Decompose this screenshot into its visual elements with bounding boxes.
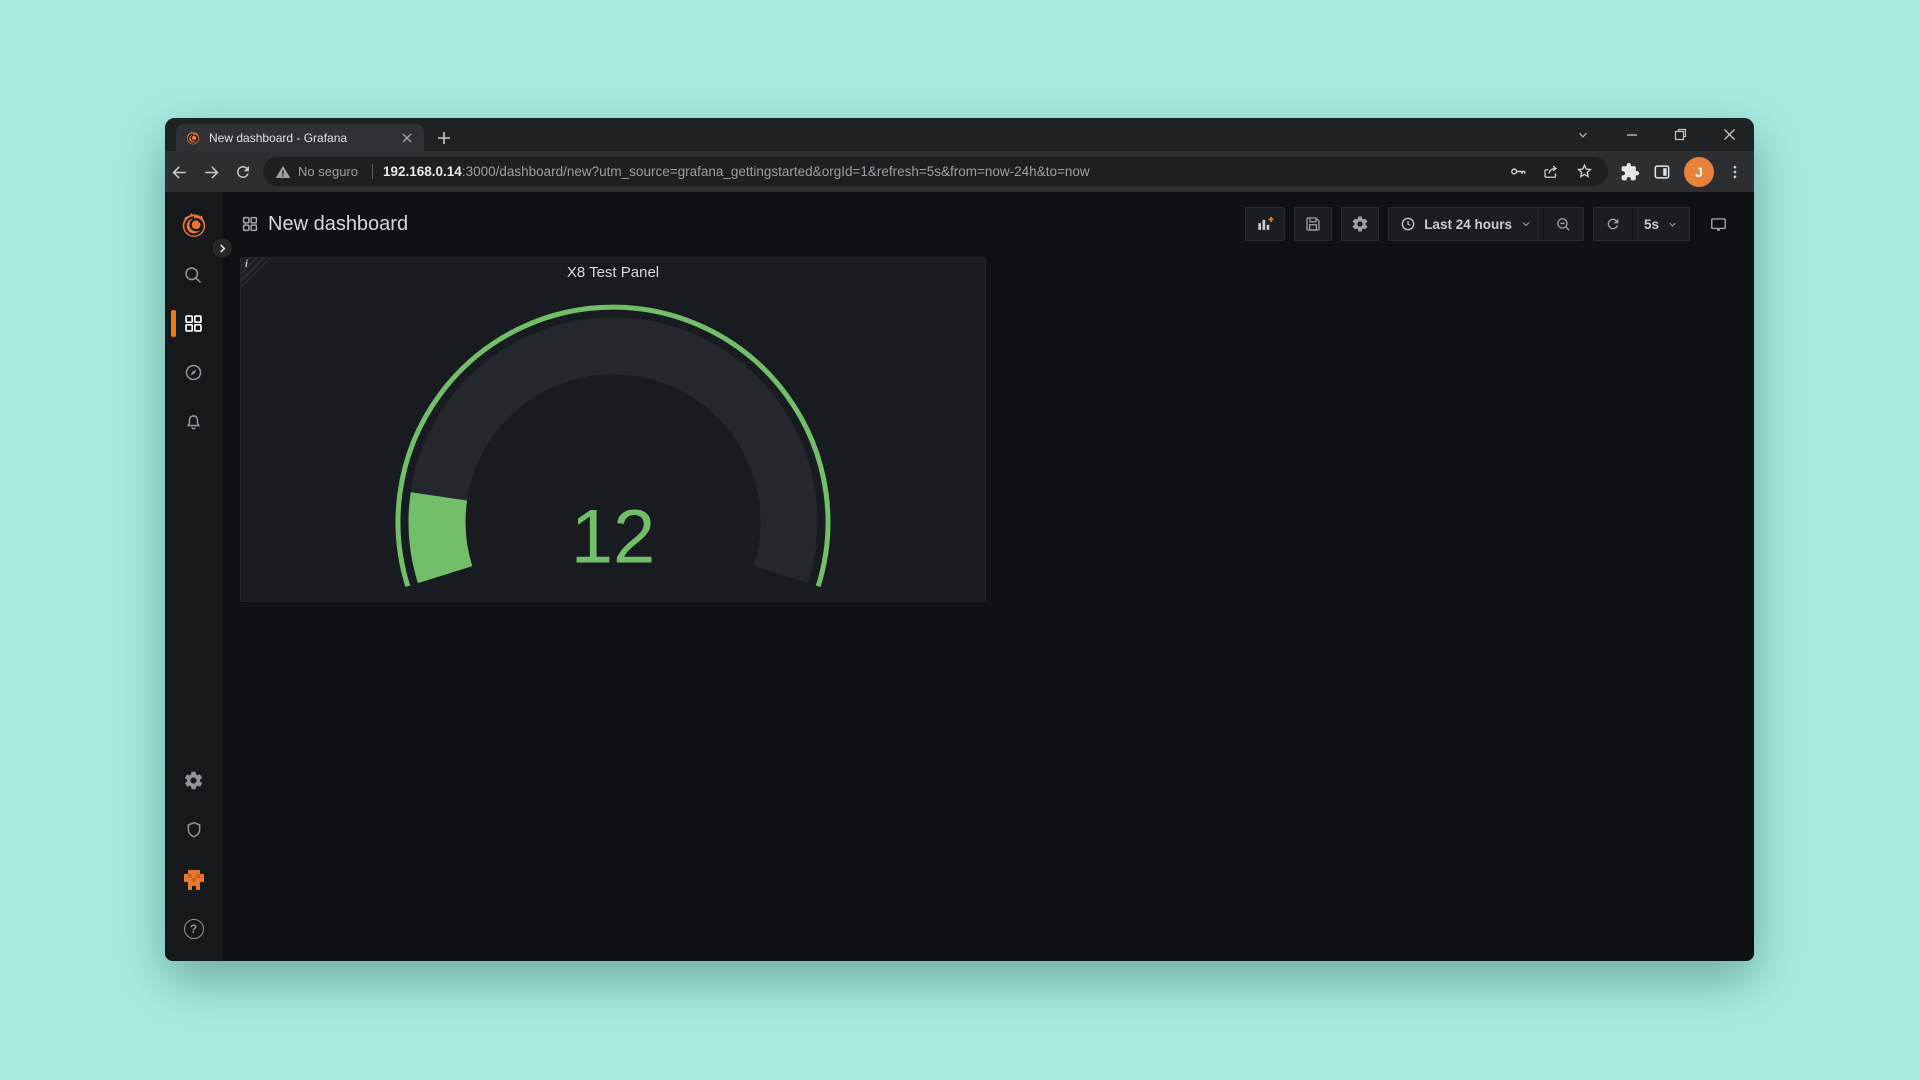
grafana-logo-icon — [179, 210, 209, 240]
save-icon — [1304, 215, 1322, 233]
zoom-out-time-button[interactable] — [1544, 208, 1583, 240]
refresh-icon — [1605, 216, 1621, 232]
tv-monitor-icon — [1709, 215, 1728, 234]
security-label: No seguro — [298, 164, 358, 179]
user-pixel-avatar-icon — [184, 870, 204, 890]
shield-icon — [184, 820, 204, 840]
url-divider — [372, 164, 373, 179]
gauge-value-arc — [437, 496, 445, 574]
window-controls — [1558, 118, 1754, 151]
kiosk-tv-button[interactable] — [1699, 207, 1738, 241]
sidebar-item-user-avatar[interactable] — [165, 860, 222, 900]
tab-strip: New dashboard - Grafana — [165, 118, 1754, 151]
refresh-group: 5s — [1593, 207, 1690, 241]
sidebar-item-grafana-logo[interactable] — [165, 205, 222, 245]
url-path: :3000/dashboard/new?utm_source=grafana_g… — [462, 164, 1090, 179]
dashboard-actions: Last 24 hours — [1245, 207, 1738, 241]
browser-menu-kebab-icon[interactable] — [1726, 163, 1744, 181]
chevron-down-icon — [1520, 218, 1532, 230]
chevron-down-icon — [1667, 219, 1678, 230]
browser-toolbar: No seguro 192.168.0.14:3000/dashboard/ne… — [165, 151, 1754, 192]
url-host: 192.168.0.14 — [383, 164, 462, 179]
grafana-favicon — [185, 130, 201, 146]
refresh-interval-picker[interactable]: 5s — [1633, 208, 1689, 240]
url-text: 192.168.0.14:3000/dashboard/new?utm_sour… — [383, 164, 1497, 179]
time-range-label: Last 24 hours — [1424, 217, 1512, 232]
browser-window: New dashboard - Grafana — [165, 118, 1754, 961]
time-range-picker[interactable]: Last 24 hours — [1389, 208, 1543, 240]
gear-icon — [183, 770, 204, 791]
side-panel-icon[interactable] — [1652, 162, 1672, 182]
sidebar-item-alerting[interactable] — [165, 402, 222, 442]
dashboard-title[interactable]: New dashboard — [268, 213, 408, 236]
forward-button[interactable] — [199, 160, 223, 184]
search-icon — [183, 265, 204, 286]
chevron-right-icon — [218, 244, 227, 253]
dashboard-header: New dashboard — [222, 192, 1754, 256]
sidebar-expand-button[interactable] — [211, 237, 233, 259]
tab-title: New dashboard - Grafana — [209, 131, 391, 145]
not-secure-warning-icon — [275, 164, 291, 180]
save-dashboard-button[interactable] — [1294, 207, 1332, 241]
toolbar-right-icons: J — [1620, 156, 1744, 187]
sidebar-item-explore[interactable] — [165, 352, 222, 392]
gauge-value: 12 — [571, 495, 656, 580]
dashboard-grid-icon — [241, 215, 259, 233]
compass-icon — [183, 362, 204, 383]
bell-icon — [183, 412, 204, 433]
grafana-sidebar: ? — [165, 192, 222, 961]
dashboard-settings-button[interactable] — [1341, 207, 1379, 241]
grafana-content: New dashboard — [222, 192, 1754, 961]
add-panel-button[interactable] — [1245, 207, 1285, 241]
panel-title[interactable]: X8 Test Panel — [241, 264, 985, 281]
sidebar-item-dashboards[interactable] — [165, 303, 222, 343]
share-icon[interactable] — [1539, 160, 1563, 184]
zoom-out-icon — [1555, 216, 1572, 233]
reload-button[interactable] — [231, 160, 255, 184]
browser-tab[interactable]: New dashboard - Grafana — [176, 124, 424, 151]
refresh-interval-label: 5s — [1644, 217, 1659, 232]
bookmark-star-icon[interactable] — [1572, 160, 1596, 184]
refresh-dashboard-button[interactable] — [1594, 208, 1632, 240]
minimize-button[interactable] — [1607, 118, 1656, 151]
clock-icon — [1400, 216, 1416, 232]
time-range-group: Last 24 hours — [1388, 207, 1584, 241]
grafana-app: ? New dashboard — [165, 192, 1754, 961]
tab-search-icon[interactable] — [1558, 118, 1607, 151]
back-button[interactable] — [167, 160, 191, 184]
help-icon: ? — [184, 919, 204, 939]
new-tab-button[interactable] — [433, 127, 454, 148]
extensions-puzzle-icon[interactable] — [1620, 162, 1640, 182]
add-panel-icon — [1255, 214, 1275, 234]
profile-avatar[interactable]: J — [1684, 157, 1714, 187]
gear-icon — [1351, 215, 1369, 233]
close-window-button[interactable] — [1705, 118, 1754, 151]
desktop-background: New dashboard - Grafana — [0, 0, 1920, 1080]
active-item-accent-bar — [171, 310, 176, 337]
sidebar-item-configuration[interactable] — [165, 760, 222, 800]
gauge-svg: 12 — [241, 258, 985, 601]
sidebar-item-server-admin[interactable] — [165, 810, 222, 850]
tab-close-icon[interactable] — [399, 130, 415, 146]
sidebar-item-search[interactable] — [165, 255, 222, 295]
sidebar-item-help[interactable]: ? — [165, 909, 222, 949]
address-bar[interactable]: No seguro 192.168.0.14:3000/dashboard/ne… — [263, 157, 1608, 186]
password-key-icon[interactable] — [1506, 160, 1530, 184]
dashboards-grid-icon — [183, 313, 204, 334]
gauge-panel: i X8 Test Panel 12 — [240, 257, 986, 602]
maximize-restore-button[interactable] — [1656, 118, 1705, 151]
